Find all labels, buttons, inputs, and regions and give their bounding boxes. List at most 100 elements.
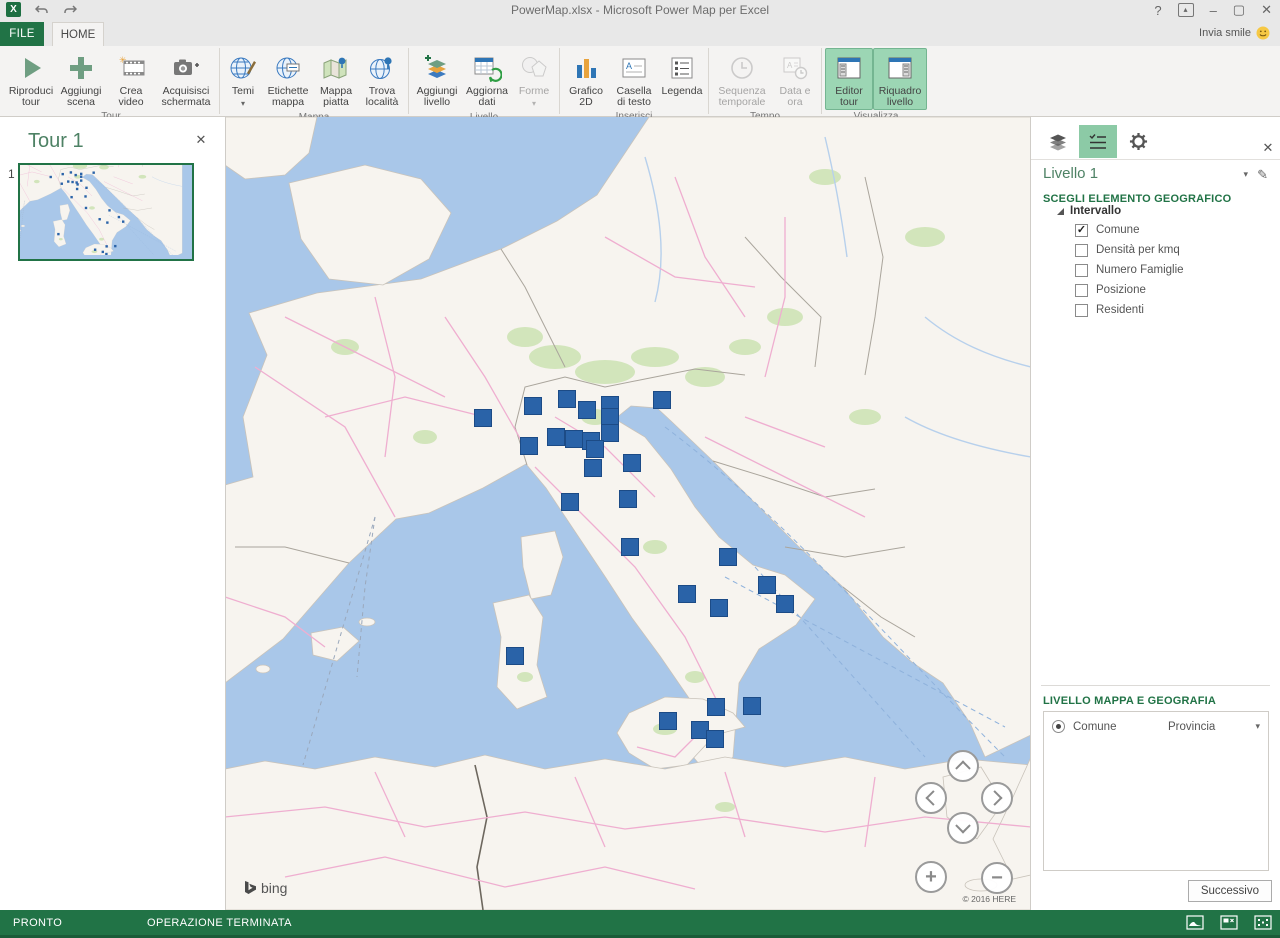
layout-view-icon[interactable] (1220, 914, 1238, 931)
svg-text:A: A (626, 61, 632, 71)
layer-panel: Livello 1 ▾ ✎ SCEGLI ELEMENTO GEOGRAFICO… (1030, 117, 1280, 910)
ribbon-options-icon[interactable]: ▴ (1178, 3, 1194, 17)
minimize-icon[interactable]: – (1210, 3, 1217, 18)
ribbon-tab-row: FILE HOME Invia smile (0, 20, 1280, 46)
tab-layers[interactable] (1039, 125, 1077, 158)
map-data-point (559, 391, 576, 408)
numero-famiglie-checkbox[interactable] (1075, 264, 1088, 277)
ribbon-group-tour: Riproduci tour Aggiungi scena ✳ Crea vid… (4, 46, 218, 116)
aggiungi-scena-button[interactable]: Aggiungi scena (56, 48, 106, 110)
tour-panel-close-icon[interactable] (193, 132, 209, 148)
map-data-point (660, 713, 677, 730)
layer-title-caret-icon[interactable]: ▾ (1243, 169, 1248, 180)
gear-icon (1129, 132, 1148, 151)
posizione-checkbox[interactable] (1075, 284, 1088, 297)
tour-title: Tour 1 (28, 130, 84, 153)
screenshot-icon (172, 52, 200, 84)
layer-panel-close-icon[interactable] (1260, 140, 1276, 156)
riproduci-tour-button[interactable]: Riproduci tour (6, 48, 56, 110)
zoom-out-button[interactable]: − (981, 862, 1013, 894)
legenda-button[interactable]: Legenda (659, 48, 705, 99)
divider (1041, 685, 1270, 686)
comune-checkbox[interactable] (1075, 224, 1088, 237)
map-data-point (525, 398, 542, 415)
data-e-ora-button: A Data e ora (772, 48, 818, 110)
map-data-point (548, 429, 565, 446)
map-data-point (707, 731, 724, 748)
field-row-densita[interactable]: Densità per kmq (1075, 242, 1180, 258)
tab-file[interactable]: FILE (0, 22, 44, 46)
tour-editor-icon (836, 52, 862, 84)
map-data-point (759, 577, 776, 594)
shapes-icon (519, 52, 549, 84)
field-list-icon (1088, 133, 1108, 151)
pan-up-button[interactable] (947, 750, 979, 782)
status-operation: OPERAZIONE TERMINATA (147, 917, 292, 929)
map-data-point (562, 494, 579, 511)
map-view-icon[interactable] (1186, 914, 1204, 931)
map-data-point (507, 648, 524, 665)
tree-root-intervallo[interactable]: Intervallo (1057, 205, 1121, 217)
ribbon-separator (821, 48, 822, 114)
legend-icon (669, 52, 695, 84)
crea-video-button[interactable]: ✳ Crea video (106, 48, 156, 110)
geography-select[interactable]: Provincia ▾ (1168, 721, 1260, 733)
aggiungi-livello-button[interactable]: Aggiungi livello (412, 48, 462, 110)
pan-down-button[interactable] (947, 812, 979, 844)
aggiorna-dati-button[interactable]: Aggiorna dati (462, 48, 512, 110)
acquisisci-schermata-button[interactable]: Acquisisci schermata (156, 48, 216, 110)
field-row-numero-famiglie[interactable]: Numero Famiglie (1075, 262, 1184, 278)
tab-settings[interactable] (1119, 125, 1157, 158)
field-row-comune[interactable]: Comune (1075, 222, 1139, 238)
tab-field-list[interactable] (1079, 125, 1117, 158)
map-data-point (654, 392, 671, 409)
next-button[interactable]: Successivo (1188, 880, 1272, 902)
etichette-mappa-button[interactable]: Etichette mappa (263, 48, 313, 110)
maximize-icon[interactable]: ▢ (1233, 2, 1245, 18)
map-data-point (475, 410, 492, 427)
temi-button[interactable]: Temi (223, 48, 263, 111)
play-tour-icon (18, 52, 44, 84)
pan-left-button[interactable] (915, 782, 947, 814)
map-data-point (720, 549, 737, 566)
scene-thumbnail[interactable] (18, 163, 194, 261)
layer-rename-icon[interactable]: ✎ (1257, 167, 1268, 183)
zoom-in-button[interactable]: + (915, 861, 947, 893)
field-row-posizione[interactable]: Posizione (1075, 282, 1146, 298)
geography-mapping-row[interactable]: Comune Provincia ▾ (1044, 712, 1268, 733)
ribbon-group-visualizza: Editor tour Riquadro livello Visualizza (823, 46, 929, 116)
bing-logo: bing (244, 880, 287, 896)
send-smile-button[interactable]: Invia smile (1199, 26, 1270, 40)
chevron-down-icon: ▾ (1255, 721, 1260, 732)
help-icon[interactable]: ? (1154, 3, 1161, 18)
map-data-point (777, 596, 794, 613)
ribbon-group-mappa: Temi Etichette mappa Mappa piatta Trova … (221, 46, 407, 116)
field-row-residenti[interactable]: Residenti (1075, 302, 1144, 318)
comune-radio[interactable] (1052, 720, 1065, 733)
map-data-point (708, 699, 725, 716)
densita-checkbox[interactable] (1075, 244, 1088, 257)
map-canvas[interactable]: bing © 2016 HERE + − (226, 117, 1030, 910)
pan-right-button[interactable] (981, 782, 1013, 814)
mappa-piatta-button[interactable]: Mappa piatta (313, 48, 359, 110)
section-choose-geography: SCEGLI ELEMENTO GEOGRAFICO (1043, 193, 1231, 205)
textbox-icon: A (620, 52, 648, 84)
map-data-point (692, 722, 709, 739)
editor-tour-button[interactable]: Editor tour (825, 48, 873, 110)
residenti-checkbox[interactable] (1075, 304, 1088, 317)
riquadro-livello-button[interactable]: Riquadro livello (873, 48, 927, 110)
scene-number: 1 (8, 167, 15, 181)
ribbon: Riproduci tour Aggiungi scena ✳ Crea vid… (0, 46, 1280, 117)
fullscreen-icon[interactable] (1254, 914, 1272, 931)
refresh-data-icon (472, 52, 502, 84)
map-data-point (624, 455, 641, 472)
grafico-2d-button[interactable]: Grafico 2D (563, 48, 609, 110)
casella-di-testo-button[interactable]: A Casella di testo (609, 48, 659, 110)
layer-title: Livello 1 (1043, 165, 1098, 182)
trova-localita-button[interactable]: Trova località (359, 48, 405, 110)
close-icon[interactable]: ✕ (1261, 2, 1272, 18)
section-map-geography: LIVELLO MAPPA E GEOGRAFIA (1043, 695, 1216, 707)
geography-mapping-box: Comune Provincia ▾ (1043, 711, 1269, 871)
map-data-point (622, 539, 639, 556)
tab-home[interactable]: HOME (52, 22, 104, 47)
